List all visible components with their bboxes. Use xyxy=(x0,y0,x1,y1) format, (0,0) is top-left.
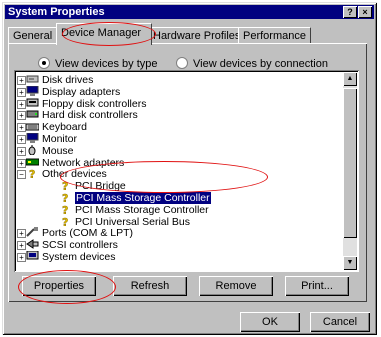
expand-icon[interactable]: + xyxy=(17,99,26,109)
radio-view-by-type[interactable]: View devices by type xyxy=(38,57,158,71)
device-tree-item[interactable]: + Keyboard xyxy=(17,121,87,134)
expand-icon[interactable]: + xyxy=(17,146,26,156)
svg-text:?: ? xyxy=(62,216,68,226)
expand-icon[interactable]: + xyxy=(17,158,26,168)
device-tree-label: Disk drives xyxy=(42,74,94,86)
device-tree-item[interactable]: ? PCI Bridge xyxy=(59,180,126,193)
scsi-icon xyxy=(26,239,39,250)
title-bar: System Properties ? × xyxy=(5,5,374,19)
device-tree-item[interactable]: + Network adapters xyxy=(17,156,125,169)
device-tree-item[interactable]: ? PCI Mass Storage Controller xyxy=(59,203,209,217)
keyboard-icon xyxy=(25,121,40,131)
device-tree-item[interactable]: ? PCI Universal Serial Bus xyxy=(59,215,190,228)
refresh-button[interactable]: Refresh xyxy=(113,276,187,296)
expand-icon[interactable]: + xyxy=(17,123,26,133)
monitor-icon xyxy=(26,85,39,96)
question-icon: ? xyxy=(59,180,72,193)
tab-performance[interactable]: Performance xyxy=(238,27,311,44)
tab-general[interactable]: General xyxy=(8,27,58,44)
device-tree-item[interactable]: + Display adapters xyxy=(17,85,121,98)
device-tree-item[interactable]: + Monitor xyxy=(17,132,78,145)
network-icon xyxy=(25,157,40,167)
print-button[interactable]: Print... xyxy=(285,276,349,296)
expand-icon[interactable]: + xyxy=(17,135,26,144)
device-tree-label: Ports (COM & LPT) xyxy=(42,227,134,240)
window-title: System Properties xyxy=(8,6,105,18)
device-tree-label: PCI Universal Serial Bus xyxy=(75,215,190,228)
device-tree-item[interactable]: + Floppy disk controllers xyxy=(17,97,147,110)
radio-label-by-connection: View devices by connection xyxy=(193,58,328,70)
radio-dot xyxy=(176,57,188,69)
tab-device-manager[interactable]: Device Manager xyxy=(56,23,152,45)
scroll-up-button[interactable]: ▲ xyxy=(343,72,357,86)
radio-label-by-type: View devices by type xyxy=(55,58,158,70)
expand-icon[interactable]: + xyxy=(17,111,26,121)
help-button[interactable]: ? xyxy=(343,6,357,18)
device-tree-item[interactable]: + Hard disk controllers xyxy=(17,109,138,122)
svg-text:?: ? xyxy=(62,192,68,202)
close-button[interactable]: × xyxy=(358,6,372,18)
device-tree-item[interactable]: −? Other devices xyxy=(17,168,107,182)
harddisk-icon xyxy=(26,109,39,119)
device-tree-label: Mouse xyxy=(42,144,74,157)
question-icon: ? xyxy=(59,192,72,205)
device-tree-item[interactable]: + Mouse xyxy=(17,144,74,157)
radio-view-by-connection[interactable]: View devices by connection xyxy=(176,57,328,71)
svg-text:?: ? xyxy=(62,204,68,214)
device-tree-item[interactable]: + Ports (COM & LPT) xyxy=(17,227,134,240)
ok-button[interactable]: OK xyxy=(240,312,300,332)
device-tree-label: PCI Bridge xyxy=(75,180,126,193)
svg-text:?: ? xyxy=(62,180,68,190)
device-tree-label: Monitor xyxy=(42,133,78,145)
vertical-scrollbar[interactable]: ▲ ▼ xyxy=(343,72,357,270)
device-tree-label: System devices xyxy=(42,251,116,263)
scroll-down-button[interactable]: ▼ xyxy=(343,256,357,270)
device-tree-item[interactable]: + SCSI controllers xyxy=(17,239,118,252)
scroll-thumb[interactable] xyxy=(343,88,357,238)
question-icon: ? xyxy=(59,204,72,217)
monitor-icon xyxy=(26,132,39,143)
svg-text:?: ? xyxy=(29,168,35,178)
remove-button[interactable]: Remove xyxy=(199,276,273,296)
device-tree-label: Display adapters xyxy=(42,85,121,98)
device-tree-label: Keyboard xyxy=(42,121,87,134)
device-tree-item[interactable]: + Disk drives xyxy=(17,74,94,86)
device-tree-label: SCSI controllers xyxy=(42,239,118,252)
expand-icon[interactable]: + xyxy=(17,241,26,251)
mouse-icon xyxy=(26,144,39,156)
device-tree-label: Floppy disk controllers xyxy=(42,97,147,110)
disk-icon xyxy=(26,74,39,84)
port-icon xyxy=(26,227,39,238)
device-tree-item[interactable]: ? PCI Mass Storage Controller xyxy=(59,192,211,205)
floppy-icon xyxy=(26,98,39,108)
cancel-button[interactable]: Cancel xyxy=(310,312,370,332)
collapse-icon[interactable]: − xyxy=(17,170,26,180)
device-tree-label: PCI Mass Storage Controller xyxy=(75,203,209,216)
system-icon xyxy=(26,250,39,261)
radio-dot-selected xyxy=(38,57,50,69)
device-tree[interactable]: ▲ ▼ + Disk drives + Display adapters + Floppy… xyxy=(14,70,359,272)
device-tree-label: PCI Mass Storage Controller xyxy=(75,192,211,204)
expand-icon[interactable]: + xyxy=(17,76,26,85)
device-tree-item[interactable]: + System devices xyxy=(17,250,116,263)
device-tree-label: Other devices xyxy=(42,168,107,181)
device-tree-label: Hard disk controllers xyxy=(42,109,138,122)
expand-icon[interactable]: + xyxy=(17,253,26,262)
tab-hardware-profiles[interactable]: Hardware Profiles xyxy=(148,27,246,44)
device-tree-label: Network adapters xyxy=(42,156,125,169)
properties-button[interactable]: Properties xyxy=(22,276,96,296)
question-icon: ? xyxy=(26,168,39,181)
question-icon: ? xyxy=(59,215,72,228)
expand-icon[interactable]: + xyxy=(17,87,26,97)
expand-icon[interactable]: + xyxy=(17,229,26,239)
